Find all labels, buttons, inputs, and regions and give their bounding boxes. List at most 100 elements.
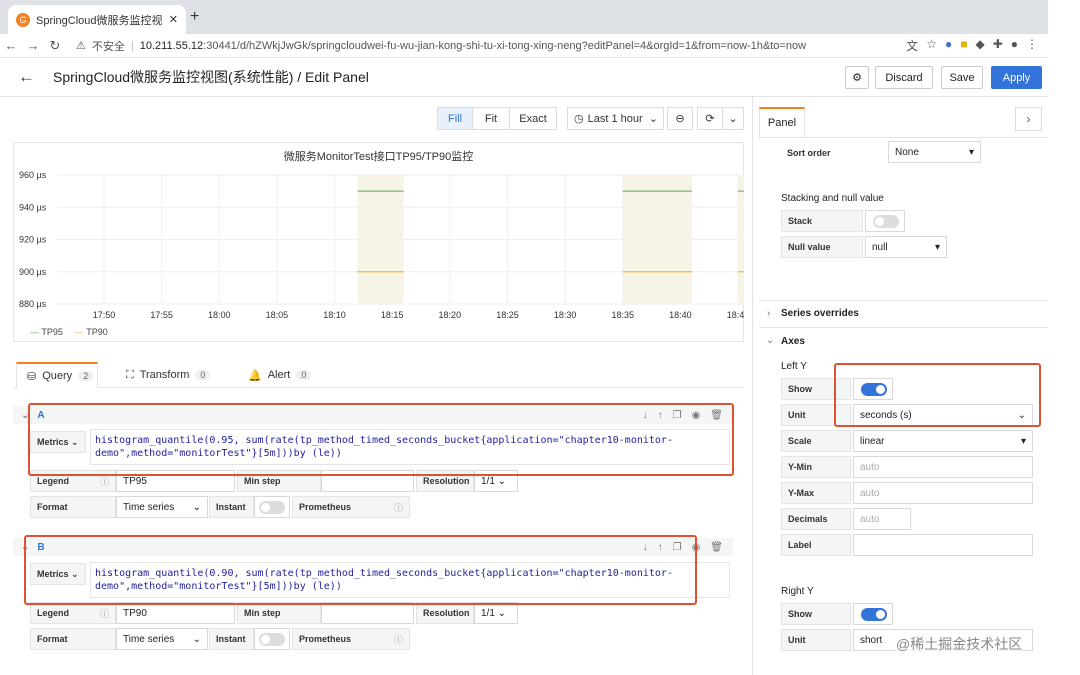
null-value-label: Null value	[781, 236, 863, 258]
fill-mode-button[interactable]: Fill	[437, 107, 473, 130]
left-y-title: Left Y	[781, 361, 807, 372]
time-range-picker[interactable]: ◷ Last 1 hour ⌄	[567, 107, 664, 130]
options-divider	[759, 137, 1048, 138]
scale-label: Scale	[781, 430, 851, 452]
trash-icon[interactable]: 🗑	[710, 542, 723, 553]
format-select-a[interactable]: Time series ⌄	[116, 496, 208, 518]
format-select-b[interactable]: Time series ⌄	[116, 628, 208, 650]
stack-switch[interactable]	[873, 215, 899, 228]
address-bar: ← → ↻ ⚠ 不安全 | 10.211.55.12:30441/d/hZWkj…	[0, 34, 1048, 58]
stack-label: Stack	[781, 210, 863, 232]
highlight-box-query-b	[24, 535, 697, 605]
exact-mode-button[interactable]: Exact	[509, 107, 557, 130]
axes-section[interactable]: Axes	[781, 336, 805, 347]
insecure-label: 不安全	[91, 40, 125, 53]
watermark: @稀土掘金技术社区	[896, 634, 1023, 654]
gear-icon: ⚙	[852, 72, 862, 84]
x-tick-label: 18:05	[266, 310, 289, 320]
close-tab-icon[interactable]: ✕	[169, 13, 178, 26]
star-icon[interactable]: ☆	[926, 37, 937, 54]
reload-icon[interactable]: ↻	[44, 38, 66, 54]
browser-tab[interactable]: G SpringCloud微服务监控视图(系 ✕	[8, 5, 186, 34]
x-tick-label: 18:10	[323, 310, 346, 320]
collapse-options-button[interactable]: ›	[1015, 107, 1042, 131]
translate-icon[interactable]: 文	[906, 37, 918, 54]
apply-button[interactable]: Apply	[991, 66, 1042, 89]
extension-icon[interactable]: ●	[945, 37, 952, 54]
chevron-down-icon: ⌄	[728, 113, 738, 125]
instant-label-b: Instant	[209, 628, 254, 650]
series-overrides-section[interactable]: Series overrides	[781, 308, 859, 319]
ymax-label: Y-Max	[781, 482, 851, 504]
back-arrow-icon[interactable]: ←	[0, 38, 22, 53]
series-fill	[738, 175, 744, 304]
minstep-label-b: Min step	[237, 602, 321, 624]
settings-gear-button[interactable]: ⚙	[845, 66, 869, 89]
query-tabs-bar	[13, 362, 744, 388]
y-tick-label: 940 µs	[19, 202, 47, 212]
stack-toggle[interactable]	[865, 210, 905, 232]
scale-select[interactable]: linear ▾	[853, 430, 1033, 452]
right-y-title: Right Y	[781, 586, 814, 597]
bell-icon: 🔔	[248, 369, 262, 382]
discard-button[interactable]: Discard	[875, 66, 933, 89]
ymax-input[interactable]: auto	[853, 482, 1033, 504]
url-field[interactable]: ⚠ 不安全 | 10.211.55.12:30441/d/hZWkjJwGk/s…	[76, 38, 906, 54]
menu-dots-icon[interactable]: ⋮	[1026, 37, 1038, 54]
legend-input-b[interactable]: TP90	[116, 602, 235, 624]
back-arrow-icon[interactable]: ←	[18, 67, 35, 87]
instant-switch[interactable]	[259, 501, 285, 514]
right-y-show-toggle[interactable]	[853, 603, 893, 625]
instant-toggle-a[interactable]	[254, 496, 290, 518]
refresh-button[interactable]: ⟳	[697, 107, 723, 130]
tab-alert[interactable]: 🔔 Alert 0	[248, 362, 312, 388]
instant-switch[interactable]	[259, 633, 285, 646]
tab-panel[interactable]: Panel	[759, 107, 805, 137]
chevron-right-icon: ›	[1026, 112, 1031, 126]
zoom-out-button[interactable]: ⊖	[667, 107, 693, 130]
extension-icon[interactable]: ■	[960, 37, 967, 54]
y-tick-label: 880 µs	[19, 299, 47, 309]
x-tick-label: 17:50	[93, 310, 116, 320]
x-tick-label: 18:30	[554, 310, 577, 320]
axis-label-input[interactable]	[853, 534, 1033, 556]
browser-tab-title: SpringCloud微服务监控视图(系	[36, 14, 163, 27]
highlight-box-left-y	[834, 363, 1041, 427]
extension-icon[interactable]: ◆	[975, 37, 984, 54]
ymin-input[interactable]: auto	[853, 456, 1033, 478]
chevron-down-icon: ⌄	[766, 335, 775, 346]
series-fill	[622, 175, 692, 304]
instant-toggle-b[interactable]	[254, 628, 290, 650]
time-series-chart[interactable]: 960 µs 940 µs 920 µs 900 µs 880 µs 17:50 17:55…	[13, 142, 744, 342]
x-tick-label: 17:55	[150, 310, 173, 320]
decimals-input[interactable]: auto	[853, 508, 911, 530]
database-icon: ⛁	[27, 370, 37, 383]
puzzle-icon[interactable]: ✚	[993, 37, 1003, 54]
legend-item-tp90[interactable]: — TP90	[75, 327, 108, 337]
refresh-interval-dropdown[interactable]: ⌄	[722, 107, 744, 130]
chart-legend: — TP95 — TP90	[30, 327, 108, 337]
legend-item-tp95[interactable]: — TP95	[30, 327, 63, 337]
sort-order-select[interactable]: None ▾	[888, 141, 981, 163]
save-button[interactable]: Save	[941, 66, 983, 89]
page-title: SpringCloud微服务监控视图(系统性能) / Edit Panel	[53, 69, 369, 85]
x-tick-label: 18:45	[727, 310, 744, 320]
fit-mode-button[interactable]: Fit	[472, 107, 510, 130]
decimals-label: Decimals	[781, 508, 851, 530]
forward-arrow-icon[interactable]: →	[22, 38, 44, 53]
tab-transform[interactable]: ⛶ Transform 0	[126, 362, 211, 388]
editor-splitter[interactable]	[752, 97, 753, 675]
minstep-input-b[interactable]	[321, 602, 414, 624]
format-label-b: Format	[30, 628, 116, 650]
right-y-show-switch[interactable]	[861, 608, 887, 621]
tab-query[interactable]: ⛁ Query 2	[16, 362, 98, 388]
url-separator: |	[130, 39, 134, 52]
legend-label-b: Legend ⓘ	[30, 602, 116, 624]
section-divider	[759, 327, 1048, 328]
tab-alert-count: 0	[296, 370, 312, 380]
new-tab-icon[interactable]: +	[190, 8, 199, 26]
resolution-select-b[interactable]: 1/1 ⌄	[474, 602, 518, 624]
avatar[interactable]: ●	[1011, 37, 1018, 54]
null-value-select[interactable]: null ▾	[865, 236, 947, 258]
chevron-down-icon: ⌄	[648, 113, 658, 125]
